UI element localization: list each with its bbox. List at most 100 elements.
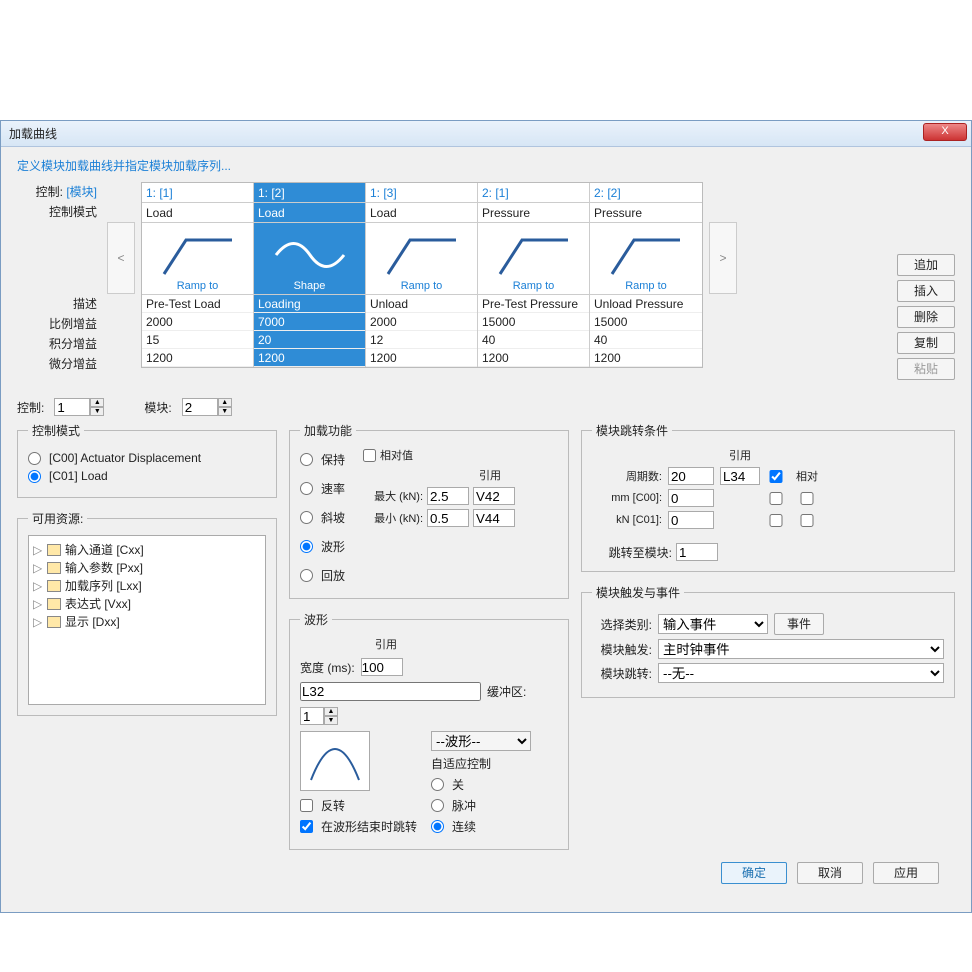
kn-rel-check[interactable] (792, 514, 822, 527)
invert-checkbox[interactable] (300, 799, 313, 812)
event-button[interactable]: 事件 (774, 613, 824, 635)
expand-icon[interactable]: ▷ (33, 579, 43, 593)
expand-icon[interactable]: ▷ (33, 597, 43, 611)
expand-icon[interactable]: ▷ (33, 561, 43, 575)
insert-button[interactable]: 插入 (897, 280, 955, 302)
trigger-select[interactable]: 主时钟事件 (658, 639, 944, 659)
tree-item[interactable]: ▷输入参数 [Pxx] (33, 559, 261, 576)
delete-button[interactable]: 删除 (897, 306, 955, 328)
expand-icon[interactable]: ▷ (33, 543, 43, 557)
spin-down-icon[interactable]: ▼ (90, 407, 104, 416)
kn-check[interactable] (766, 514, 786, 527)
period-ref-input[interactable] (720, 467, 760, 485)
tree-item[interactable]: ▷表达式 [Vxx] (33, 595, 261, 612)
buffer-input[interactable] (300, 707, 324, 725)
width-ref-input[interactable] (300, 682, 481, 701)
spin-up-icon[interactable]: ▲ (90, 398, 104, 407)
curve-column[interactable]: 1: [1]LoadRamp toPre-Test Load2000151200 (142, 183, 254, 367)
control-input[interactable] (54, 398, 90, 416)
col-p-gain[interactable]: 15000 (478, 313, 589, 331)
col-desc[interactable]: Pre-Test Pressure (478, 295, 589, 313)
auto-ctrl-radio[interactable] (431, 820, 444, 833)
col-i-gain[interactable]: 40 (590, 331, 702, 349)
col-d-gain[interactable]: 1200 (590, 349, 702, 367)
load-function-group: 加载功能 保持速率斜坡波形回放 相对值 引用 最大 (kN): 最小 (kN): (289, 422, 569, 599)
module-spinner[interactable]: ▲▼ (182, 398, 232, 416)
scroll-next-button[interactable]: > (709, 222, 737, 294)
load-fn-radio[interactable] (300, 453, 313, 466)
radio-c01[interactable] (28, 470, 41, 483)
spin-up-icon[interactable]: ▲ (324, 707, 338, 716)
spin-up-icon[interactable]: ▲ (218, 398, 232, 407)
tree-item[interactable]: ▷输入通道 [Cxx] (33, 541, 261, 558)
spin-down-icon[interactable]: ▼ (218, 407, 232, 416)
dialog-window: 加载曲线 X 定义模块加载曲线并指定模块加载序列... 控制: [模块] 控制模… (0, 120, 972, 913)
expand-icon[interactable]: ▷ (33, 615, 43, 629)
width-input[interactable] (361, 658, 403, 676)
min-input[interactable] (427, 509, 469, 527)
col-i-gain[interactable]: 20 (254, 331, 365, 349)
col-desc[interactable]: Unload (366, 295, 477, 313)
col-header: 1: [3] (366, 183, 477, 203)
jump-select[interactable]: --无-- (658, 663, 944, 683)
load-fn-radio[interactable] (300, 511, 313, 524)
col-desc[interactable]: Loading (254, 295, 365, 313)
period-input[interactable] (668, 467, 714, 485)
curve-column[interactable]: 1: [3]LoadRamp toUnload2000121200 (366, 183, 478, 367)
max-ref-input[interactable] (473, 487, 515, 505)
max-input[interactable] (427, 487, 469, 505)
curve-column[interactable]: 2: [1]PressureRamp toPre-Test Pressure15… (478, 183, 590, 367)
col-p-gain[interactable]: 15000 (590, 313, 702, 331)
mm-check[interactable] (766, 492, 786, 505)
col-i-gain[interactable]: 12 (366, 331, 477, 349)
define-curve-link[interactable]: 定义模块加载曲线并指定模块加载序列... (17, 157, 955, 174)
waveform-select[interactable]: --波形-- (431, 731, 531, 751)
relative-checkbox[interactable] (363, 449, 376, 462)
auto-ctrl-radio[interactable] (431, 778, 444, 791)
module-input[interactable] (182, 398, 218, 416)
col-d-gain[interactable]: 1200 (478, 349, 589, 367)
curve-column[interactable]: 1: [2]LoadShapeLoading7000201200 (254, 183, 366, 367)
radio-c00[interactable] (28, 452, 41, 465)
col-p-gain[interactable]: 2000 (366, 313, 477, 331)
col-d-gain[interactable]: 1200 (366, 349, 477, 367)
buffer-spinner[interactable]: ▲▼ (300, 707, 338, 725)
scroll-prev-button[interactable]: < (107, 222, 135, 294)
load-fn-radio[interactable] (300, 540, 313, 553)
control-label: 控制: (17, 399, 44, 416)
mm-input[interactable] (668, 489, 714, 507)
paste-button[interactable]: 粘贴 (897, 358, 955, 380)
kn-input[interactable] (668, 511, 714, 529)
cancel-button[interactable]: 取消 (797, 862, 863, 884)
spin-down-icon[interactable]: ▼ (324, 716, 338, 725)
apply-button[interactable]: 应用 (873, 862, 939, 884)
col-desc[interactable]: Pre-Test Load (142, 295, 253, 313)
auto-ctrl-radio[interactable] (431, 799, 444, 812)
col-desc[interactable]: Unload Pressure (590, 295, 702, 313)
col-d-gain[interactable]: 1200 (142, 349, 253, 367)
period-check[interactable] (766, 470, 786, 483)
load-fn-radio[interactable] (300, 569, 313, 582)
col-p-gain[interactable]: 7000 (254, 313, 365, 331)
load-fn-radio[interactable] (300, 482, 313, 495)
copy-button[interactable]: 复制 (897, 332, 955, 354)
tree-item[interactable]: ▷显示 [Dxx] (33, 613, 261, 630)
close-button[interactable]: X (923, 123, 967, 141)
col-d-gain[interactable]: 1200 (254, 349, 365, 367)
control-spinner[interactable]: ▲▼ (54, 398, 104, 416)
jump-to-input[interactable] (676, 543, 718, 561)
col-p-gain[interactable]: 2000 (142, 313, 253, 331)
col-i-gain[interactable]: 40 (478, 331, 589, 349)
curve-column[interactable]: 2: [2]PressureRamp toUnload Pressure1500… (590, 183, 702, 367)
mm-rel-check[interactable] (792, 492, 822, 505)
append-button[interactable]: 追加 (897, 254, 955, 276)
col-i-gain[interactable]: 15 (142, 331, 253, 349)
resource-tree[interactable]: ▷输入通道 [Cxx]▷输入参数 [Pxx]▷加载序列 [Lxx]▷表达式 [V… (28, 535, 266, 705)
trigger-event-group: 模块触发与事件 选择类别: 输入事件 事件 模块触发: 主时钟事件 模块跳转: … (581, 584, 955, 698)
tree-item[interactable]: ▷加载序列 [Lxx] (33, 577, 261, 594)
event-type-select[interactable]: 输入事件 (658, 614, 768, 634)
jump-on-end-checkbox[interactable] (300, 820, 313, 833)
ok-button[interactable]: 确定 (721, 862, 787, 884)
min-ref-input[interactable] (473, 509, 515, 527)
col-shape-icon: Ramp to (142, 223, 253, 295)
